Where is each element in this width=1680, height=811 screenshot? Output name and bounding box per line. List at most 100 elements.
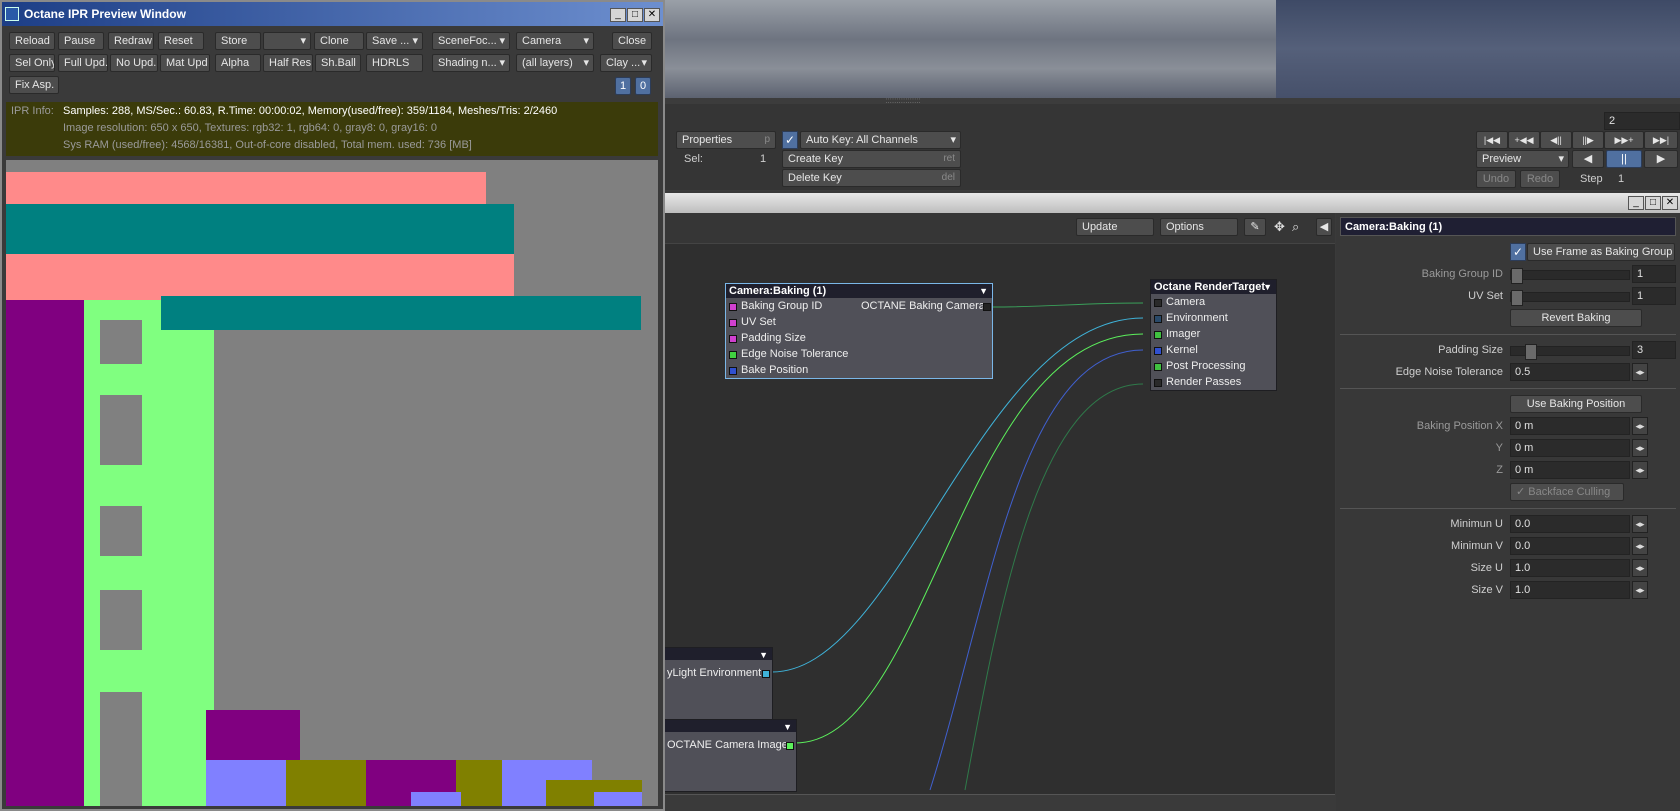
minimun-v-label: Minimun V (1451, 540, 1503, 552)
reload-button[interactable]: Reload (9, 32, 55, 50)
backface-culling-checkbox[interactable]: ✓ Backface Culling (1510, 483, 1624, 501)
pause-button[interactable]: Pause (58, 32, 104, 50)
render-target-node-title[interactable]: Octane RenderTarget ▼ (1151, 280, 1276, 294)
reset-button[interactable]: Reset (158, 32, 204, 50)
render-count-badge[interactable]: 1 (615, 77, 631, 95)
render-block (161, 296, 641, 330)
use-frame-button[interactable]: Use Frame as Baking Group (1527, 243, 1675, 261)
baking-group-id-field[interactable]: 1 (1632, 265, 1676, 283)
dropdown-arrow-icon[interactable]: ▼ (1263, 280, 1272, 294)
port-label: Bake Position (741, 364, 809, 376)
shading-dropdown[interactable]: Shading n... (432, 54, 510, 72)
dropdown-arrow-icon[interactable]: ▼ (783, 720, 792, 734)
dropdown-arrow-icon[interactable]: ▼ (759, 648, 768, 662)
minimize-icon[interactable]: _ (610, 8, 626, 22)
scene-focus-dropdown[interactable]: SceneFoc... (432, 32, 510, 50)
minimun-u-stepper-icon[interactable]: ◂▸ (1632, 515, 1648, 533)
render-block (594, 792, 642, 806)
camera-dropdown[interactable]: Camera (516, 32, 594, 50)
octane-app-icon (5, 7, 19, 21)
baking-position-x-field[interactable]: 0 m (1510, 417, 1630, 435)
ipr-window-titlebar[interactable]: Octane IPR Preview Window (2, 2, 663, 26)
use-frame-checkbox[interactable]: ✓ (1510, 243, 1526, 261)
port-label: Environment (1166, 312, 1228, 324)
divider (1340, 508, 1676, 509)
shader-ball-button[interactable]: Sh.Ball (315, 54, 361, 72)
use-baking-position-button[interactable]: Use Baking Position (1510, 395, 1642, 413)
half-res-button[interactable]: Half Res (263, 54, 313, 72)
output-port-icon[interactable] (786, 742, 794, 750)
revert-baking-button[interactable]: Revert Baking (1510, 309, 1642, 327)
divider (1340, 334, 1676, 335)
maximize-icon[interactable]: □ (627, 8, 643, 22)
size-u-field[interactable]: 1.0 (1510, 559, 1630, 577)
position-y-stepper-icon[interactable]: ◂▸ (1632, 439, 1648, 457)
divider (1340, 388, 1676, 389)
no-update-button[interactable]: No Upd. (110, 54, 158, 72)
dropdown-arrow-icon[interactable]: ▼ (979, 284, 988, 298)
uv-set-slider[interactable] (1510, 290, 1630, 306)
position-x-stepper-icon[interactable]: ◂▸ (1632, 417, 1648, 435)
edge-noise-field[interactable]: 0.5 (1510, 363, 1630, 381)
clone-button[interactable]: Clone (314, 32, 364, 50)
imager-output-label: OCTANE Camera Imager (667, 739, 792, 751)
padding-size-slider[interactable] (1510, 344, 1630, 360)
slider-knob[interactable] (1525, 344, 1537, 360)
layer-count-badge[interactable]: 0 (635, 77, 651, 95)
baking-position-z-field[interactable]: 0 m (1510, 461, 1630, 479)
port-label: Kernel (1166, 344, 1198, 356)
alpha-button[interactable]: Alpha (215, 54, 261, 72)
baking-position-z-label: Z (1496, 464, 1503, 476)
render-target-node[interactable]: Octane RenderTarget ▼ Camera Environment … (1150, 279, 1277, 391)
size-u-stepper-icon[interactable]: ◂▸ (1632, 559, 1648, 577)
layers-dropdown[interactable]: (all layers) (516, 54, 594, 72)
ipr-info-line-2: Image resolution: 650 x 650, Textures: r… (63, 122, 438, 134)
close-icon[interactable]: ✕ (644, 8, 660, 22)
store-button[interactable]: Store (215, 32, 261, 50)
ipr-render-image[interactable] (6, 160, 658, 806)
port-label: Imager (1166, 328, 1201, 340)
sel-only-button[interactable]: Sel Only (9, 54, 55, 72)
port-padding-size[interactable]: Padding Size (726, 330, 992, 346)
slider-knob[interactable] (1511, 290, 1523, 306)
store-slot-dropdown[interactable] (263, 32, 311, 50)
material-update-button[interactable]: Mat Upd (160, 54, 210, 72)
output-port-icon[interactable] (762, 670, 770, 678)
port-imager[interactable]: Imager (1151, 326, 1276, 342)
port-uv-set[interactable]: UV Set (726, 314, 992, 330)
port-label: Camera (1166, 296, 1206, 308)
port-post-processing[interactable]: Post Processing (1151, 358, 1276, 374)
port-dot-icon (729, 319, 737, 327)
size-v-stepper-icon[interactable]: ◂▸ (1632, 581, 1648, 599)
baking-group-id-slider[interactable] (1510, 268, 1630, 284)
port-camera[interactable]: Camera (1151, 294, 1276, 310)
full-update-button[interactable]: Full Upd. (58, 54, 108, 72)
edge-noise-stepper-icon[interactable]: ◂▸ (1632, 363, 1648, 381)
render-block (100, 320, 142, 364)
hdrls-button[interactable]: HDRLS (366, 54, 423, 72)
close-button[interactable]: Close (612, 32, 652, 50)
output-port-icon[interactable] (983, 303, 991, 311)
clay-dropdown[interactable]: Clay ... (600, 54, 652, 72)
minimun-u-field[interactable]: 0.0 (1510, 515, 1630, 533)
port-render-passes[interactable]: Render Passes (1151, 374, 1276, 390)
camera-baking-node-title[interactable]: Camera:Baking (1) ▼ (726, 284, 992, 298)
port-bake-position[interactable]: Bake Position (726, 362, 992, 378)
redraw-button[interactable]: Redraw (108, 32, 154, 50)
padding-size-field[interactable]: 3 (1632, 341, 1676, 359)
size-v-field[interactable]: 1.0 (1510, 581, 1630, 599)
slider-knob[interactable] (1511, 268, 1523, 284)
port-environment[interactable]: Environment (1151, 310, 1276, 326)
fix-aspect-button[interactable]: Fix Asp. (9, 76, 59, 94)
position-z-stepper-icon[interactable]: ◂▸ (1632, 461, 1648, 479)
port-kernel[interactable]: Kernel (1151, 342, 1276, 358)
save-dropdown[interactable]: Save ... (366, 32, 423, 50)
minimun-v-stepper-icon[interactable]: ◂▸ (1632, 537, 1648, 555)
minimun-v-field[interactable]: 0.0 (1510, 537, 1630, 555)
port-baking-group-id[interactable]: Baking Group ID OCTANE Baking Camera (726, 298, 992, 314)
uv-set-field[interactable]: 1 (1632, 287, 1676, 305)
baking-position-y-field[interactable]: 0 m (1510, 439, 1630, 457)
port-edge-noise-tolerance[interactable]: Edge Noise Tolerance (726, 346, 992, 362)
render-block (456, 760, 502, 806)
camera-baking-node[interactable]: Camera:Baking (1) ▼ Baking Group ID OCTAN… (725, 283, 993, 379)
